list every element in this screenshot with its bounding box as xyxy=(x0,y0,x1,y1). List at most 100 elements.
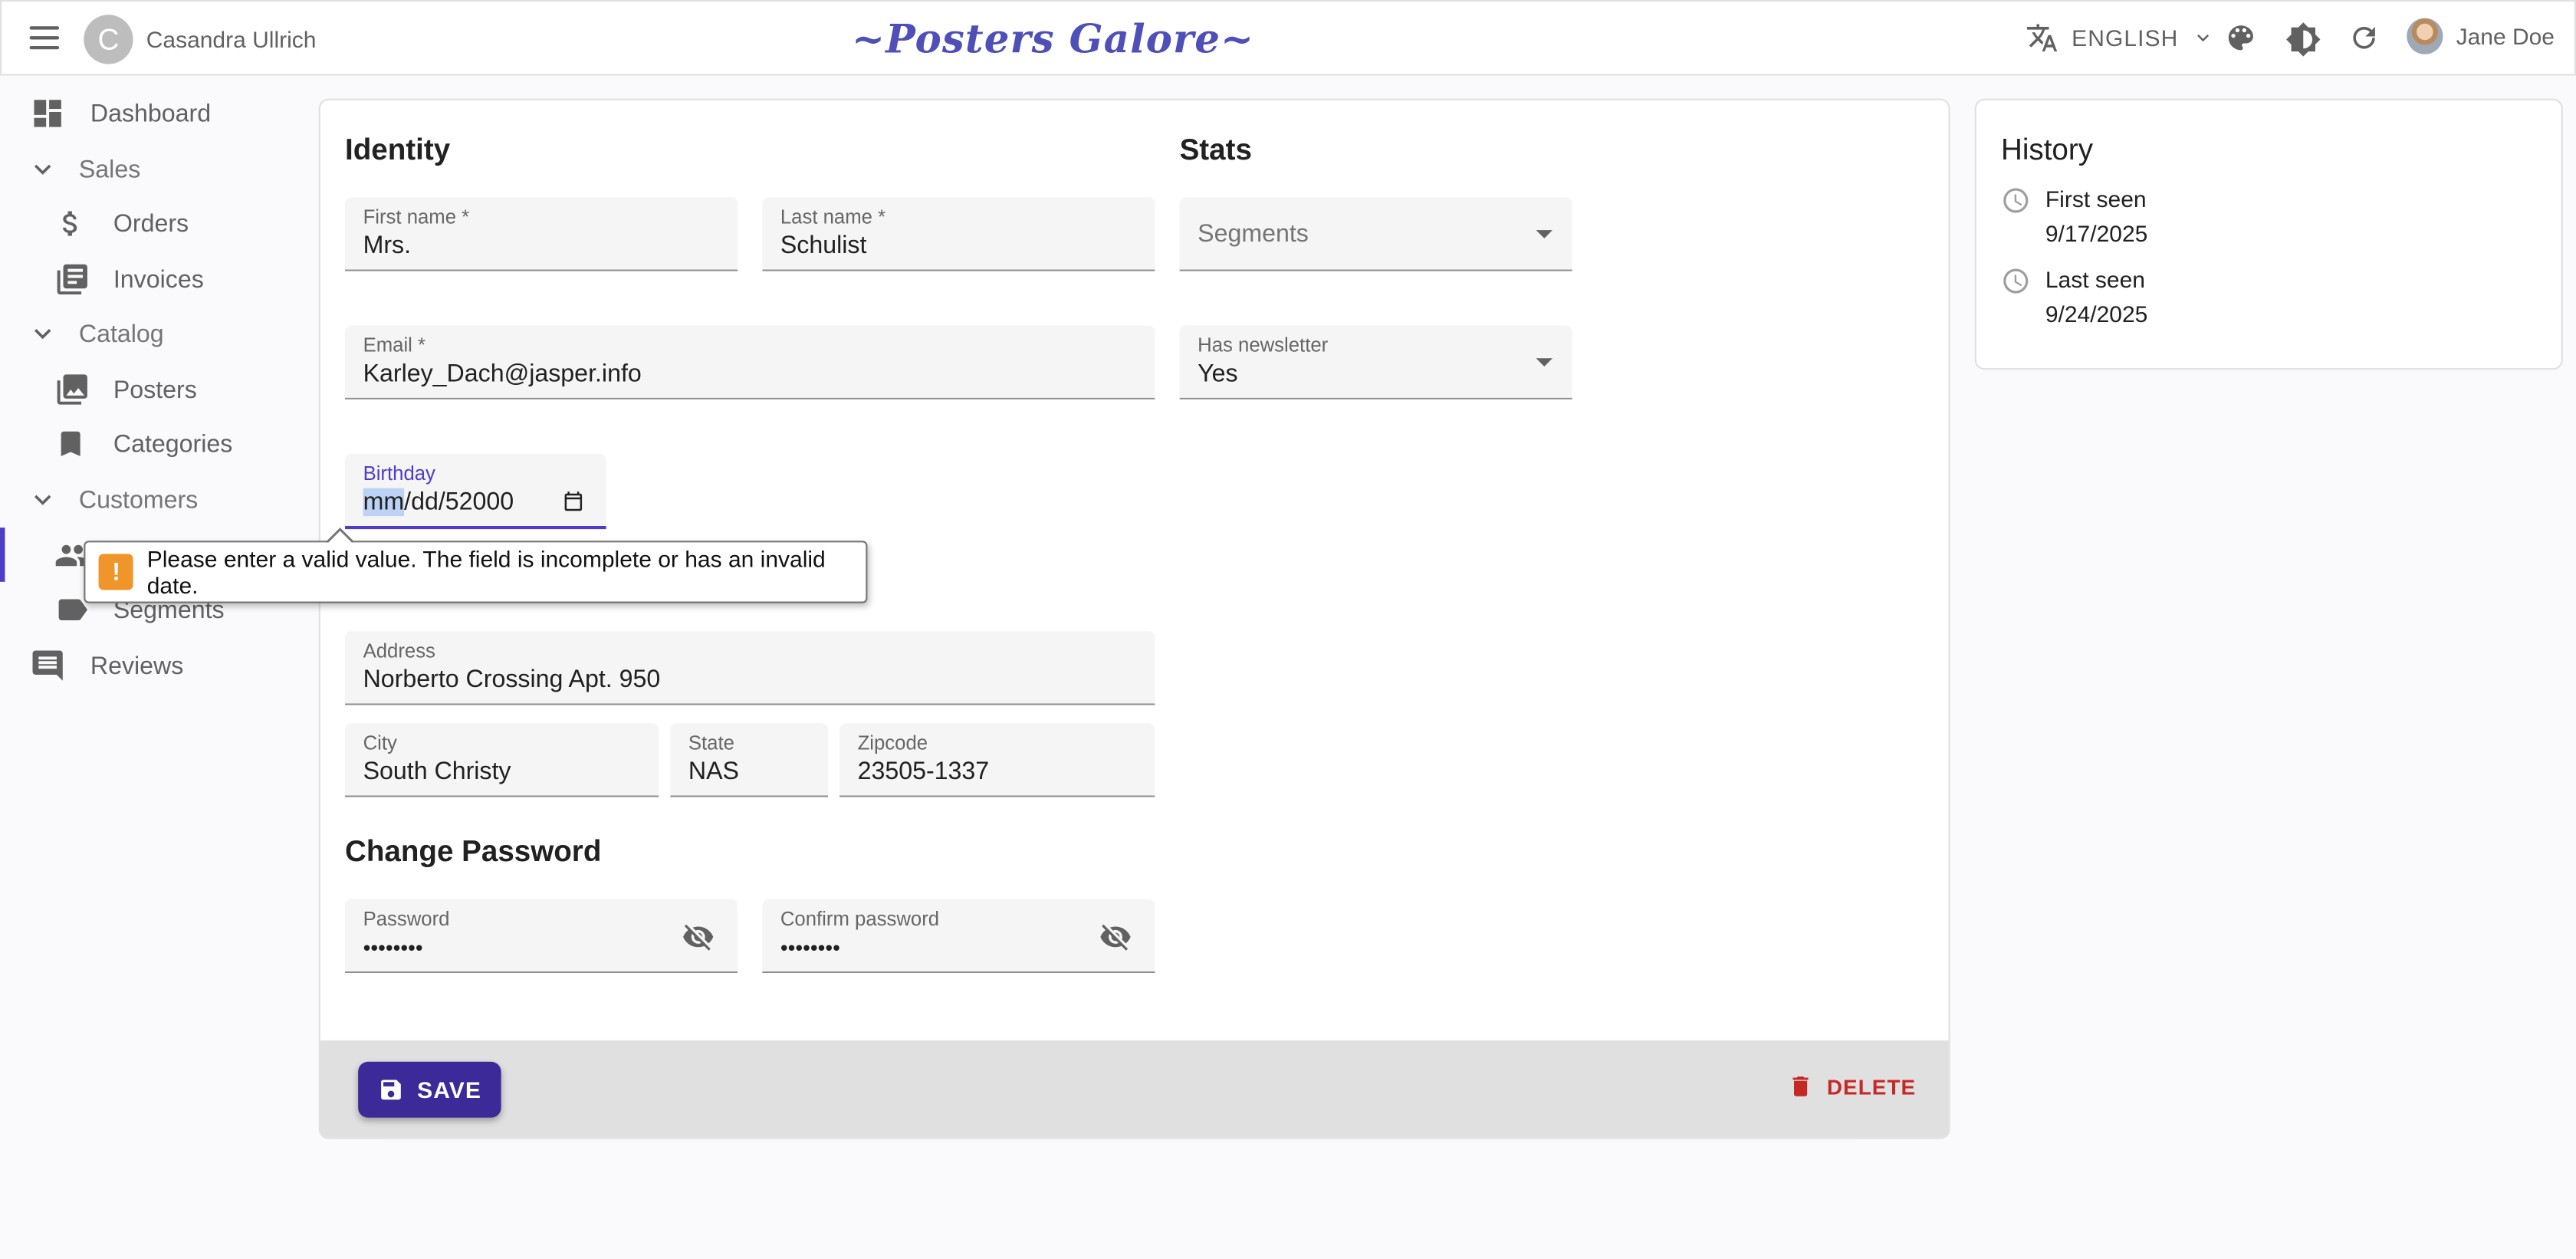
save-button[interactable]: SAVE xyxy=(358,1061,501,1118)
state-value: NAS xyxy=(688,758,739,786)
delete-button[interactable]: DELETE xyxy=(1787,1073,1916,1100)
comment-icon xyxy=(32,650,63,681)
history-title: History xyxy=(2001,133,2094,166)
identity-title: Identity xyxy=(345,133,451,166)
save-icon xyxy=(381,1080,401,1100)
user-menu[interactable]: Jane Doe xyxy=(2407,18,2555,54)
last-name-value: Schulist xyxy=(780,232,867,260)
app-bar: C Casandra Ullrich ~Posters Galore~ ENGL… xyxy=(0,0,2576,76)
sidebar-item-label: Invoices xyxy=(113,265,204,294)
last-name-label: Last name * xyxy=(780,205,886,228)
change-password-title: Change Password xyxy=(345,834,602,868)
confirm-password-field[interactable]: Confirm password •••••••• xyxy=(762,899,1155,974)
sidebar-item-label: Posters xyxy=(113,375,197,404)
sidebar-item-categories[interactable]: Categories xyxy=(54,416,233,472)
city-label: City xyxy=(363,731,397,754)
bookmark-icon xyxy=(61,431,80,456)
trash-icon xyxy=(1792,1077,1809,1096)
sidebar-item-label: Dashboard xyxy=(90,99,212,128)
last-seen-row: Last seen 9/24/2025 xyxy=(2001,266,2147,327)
first-name-label: First name * xyxy=(363,205,470,228)
app-root: C Casandra Ullrich ~Posters Galore~ ENGL… xyxy=(0,0,2576,1259)
first-name-value: Mrs. xyxy=(363,232,412,260)
first-seen-row: First seen 9/17/2025 xyxy=(2001,186,2148,247)
sidebar-group-customers[interactable]: Customers xyxy=(26,472,198,528)
chevron-down-icon xyxy=(2197,35,2210,42)
dashboard-icon xyxy=(34,100,61,127)
sidebar-item-label: Orders xyxy=(113,209,189,238)
birthday-rest: /dd/52000 xyxy=(404,488,514,517)
dropdown-arrow-icon xyxy=(1536,230,1552,238)
language-label: ENGLISH xyxy=(2072,25,2179,51)
validation-tooltip: ! Please enter a valid value. The field … xyxy=(84,528,868,603)
newsletter-label: Has newsletter xyxy=(1198,334,1329,357)
city-value: South Christy xyxy=(363,758,511,786)
calendar-icon[interactable] xyxy=(562,490,585,513)
newsletter-value: Yes xyxy=(1198,360,1238,388)
brand-logo: ~Posters Galore~ xyxy=(851,15,1255,63)
last-name-field[interactable]: Last name * Schulist xyxy=(762,197,1155,271)
sidebar-group-label: Catalog xyxy=(78,319,164,348)
zipcode-field[interactable]: Zipcode 23505-1337 xyxy=(840,723,1155,797)
delete-label: DELETE xyxy=(1826,1073,1917,1099)
sidebar-item-dashboard[interactable]: Dashboard xyxy=(30,85,212,141)
sidebar-item-orders[interactable]: Orders xyxy=(54,196,189,251)
sidebar-group-sales[interactable]: Sales xyxy=(26,141,140,197)
sidebar-item-reviews[interactable]: Reviews xyxy=(30,638,184,694)
sidebar-group-label: Customers xyxy=(78,485,199,514)
chevron-down-icon xyxy=(34,329,51,340)
visibility-off-icon[interactable] xyxy=(1099,920,1132,953)
image-icon xyxy=(57,374,87,405)
visibility-off-icon[interactable] xyxy=(682,920,715,953)
address-value: Norberto Crossing Apt. 950 xyxy=(363,666,661,694)
last-seen-label: Last seen xyxy=(2045,266,2145,293)
password-label: Password xyxy=(363,907,450,931)
last-seen-date: 9/24/2025 xyxy=(2045,301,2148,327)
chevron-down-icon xyxy=(34,495,51,505)
confirm-password-value: •••••••• xyxy=(780,935,840,960)
birthday-field[interactable]: Birthday mm/dd/52000 xyxy=(345,453,606,530)
warning-icon: ! xyxy=(98,554,134,590)
birthday-value: mm/dd/52000 xyxy=(363,488,514,517)
password-field[interactable]: Password •••••••• xyxy=(345,899,738,974)
refresh-icon[interactable] xyxy=(2348,21,2380,54)
history-card: History First seen 9/17/2025 Last seen 9… xyxy=(1974,98,2563,370)
dropdown-arrow-icon xyxy=(1536,358,1552,367)
sidebar-group-catalog[interactable]: Catalog xyxy=(26,306,164,362)
first-name-field[interactable]: First name * Mrs. xyxy=(345,197,738,271)
form-toolbar: SAVE DELETE xyxy=(320,1040,1949,1138)
first-seen-label: First seen xyxy=(2045,186,2147,212)
email-label: Email * xyxy=(363,334,426,357)
active-nav-indicator xyxy=(0,528,5,582)
sidebar-item-label: Categories xyxy=(113,429,233,458)
segments-placeholder: Segments xyxy=(1198,220,1309,248)
zipcode-value: 23505-1337 xyxy=(857,758,990,786)
state-label: State xyxy=(688,731,734,754)
language-selector[interactable]: ENGLISH xyxy=(2026,21,2214,54)
address-field[interactable]: Address Norberto Crossing Apt. 950 xyxy=(345,631,1155,705)
chevron-down-icon xyxy=(34,164,51,175)
address-label: Address xyxy=(363,639,435,662)
customer-edit-form: Identity Stats First name * Mrs. Last na… xyxy=(318,98,1950,1139)
sidebar-item-label: Reviews xyxy=(90,651,184,680)
invoices-icon xyxy=(57,264,87,295)
clock-icon xyxy=(2003,188,2029,213)
state-field[interactable]: State NAS xyxy=(670,723,828,797)
avatar xyxy=(2407,18,2443,54)
sidebar-item-posters[interactable]: Posters xyxy=(54,362,197,418)
first-seen-date: 9/17/2025 xyxy=(2045,220,2148,247)
theme-toggle-icon[interactable] xyxy=(2285,21,2321,58)
segments-select[interactable]: Segments xyxy=(1179,197,1572,271)
email-field[interactable]: Email * Karley_Dach@jasper.info xyxy=(345,325,1155,399)
validation-message: Please enter a valid value. The field is… xyxy=(146,545,826,599)
email-value: Karley_Dach@jasper.info xyxy=(363,360,642,388)
translate-icon xyxy=(2026,24,2058,52)
palette-icon[interactable] xyxy=(2224,21,2257,54)
city-field[interactable]: City South Christy xyxy=(345,723,659,797)
newsletter-select[interactable]: Has newsletter Yes xyxy=(1179,325,1572,399)
zipcode-label: Zipcode xyxy=(857,731,928,754)
sidebar-item-invoices[interactable]: Invoices xyxy=(54,251,204,307)
birthday-label: Birthday xyxy=(363,462,435,485)
birthday-month-segment[interactable]: mm xyxy=(363,488,405,517)
user-name: Jane Doe xyxy=(2456,23,2555,50)
